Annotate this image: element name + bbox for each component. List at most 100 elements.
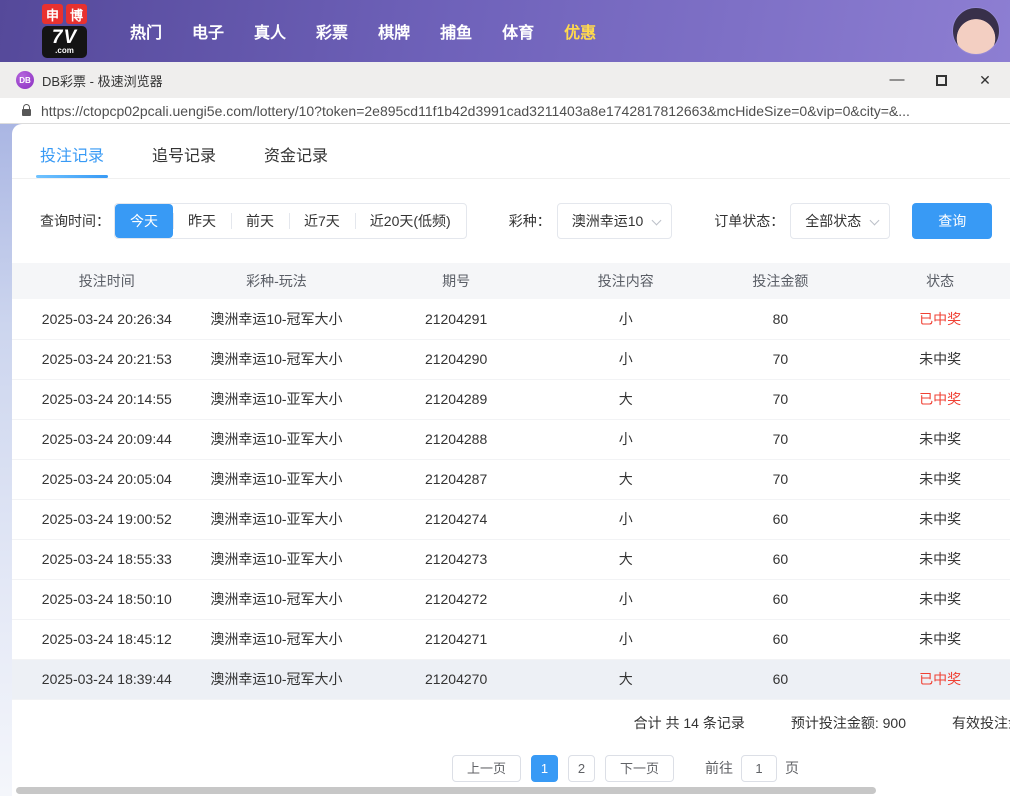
cell-bet-amount: 60 — [690, 539, 871, 580]
cell-game-play: 澳洲幸运10-亚军大小 — [201, 379, 352, 420]
time-range-option[interactable]: 近7天 — [289, 204, 355, 238]
table-row: 2025-03-24 20:26:34 澳洲幸运10-冠军大小 21204291… — [12, 299, 1010, 340]
bet-records-table: 投注时间 彩种-玩法 期号 投注内容 投注金额 状态 2025-03-24 20… — [12, 263, 1010, 700]
cell-issue: 21204289 — [351, 379, 561, 420]
cell-bet-content: 小 — [560, 419, 691, 460]
cell-issue: 21204288 — [351, 419, 561, 460]
cell-status: 已中奖 — [870, 299, 1010, 340]
cell-bet-time: 2025-03-24 18:50:10 — [12, 579, 202, 620]
cell-bet-amount: 70 — [690, 379, 871, 420]
maximize-box-glyph — [935, 74, 947, 86]
col-header-game-play: 彩种-玩法 — [246, 273, 307, 289]
cell-status: 已中奖 — [870, 379, 1010, 420]
cell-bet-amount: 70 — [690, 459, 871, 500]
cell-issue: 21204287 — [351, 459, 561, 500]
goto-page-input[interactable] — [741, 754, 778, 782]
cell-bet-content: 大 — [560, 659, 691, 700]
cell-status: 未中奖 — [870, 619, 1010, 660]
cell-game-play: 澳洲幸运10-冠军大小 — [201, 579, 352, 620]
prev-page-button[interactable]: 上一页 — [451, 754, 521, 782]
cell-bet-content: 小 — [560, 619, 691, 660]
site-nav-menu: 热门 电子 真人 彩票 棋牌 捕鱼 体育 优惠 — [130, 19, 952, 43]
cell-game-play: 澳洲幸运10-冠军大小 — [201, 299, 352, 340]
cell-status: 未中奖 — [870, 579, 1010, 620]
time-range-option[interactable]: 前天 — [231, 204, 289, 238]
maximize-icon[interactable] — [934, 73, 948, 87]
window-title: DB彩票 - 极速浏览器 — [42, 73, 163, 89]
cell-bet-time: 2025-03-24 18:39:44 — [12, 659, 202, 700]
cell-bet-amount: 80 — [690, 299, 871, 340]
nav-menu-item[interactable]: 热门 — [130, 19, 162, 43]
record-tabs: 投注记录 追号记录 资金记录 — [12, 124, 1010, 179]
table-row: 2025-03-24 18:39:44 澳洲幸运10-冠军大小 21204270… — [12, 659, 1010, 700]
col-header-bet-time: 投注时间 — [78, 273, 135, 289]
lottery-select-value: 澳洲幸运10 — [571, 213, 644, 229]
site-logo[interactable]: 申 博 7V .com — [42, 4, 92, 58]
nav-menu-item[interactable]: 优惠 — [564, 19, 596, 43]
url-text[interactable]: https://ctopcp02pcali.uengi5e.com/lotter… — [41, 103, 910, 119]
cell-bet-content: 小 — [560, 299, 691, 340]
nav-menu-item[interactable]: 彩票 — [316, 19, 348, 43]
tab-item[interactable]: 资金记录 — [264, 142, 328, 178]
cell-bet-time: 2025-03-24 20:05:04 — [12, 459, 202, 500]
cell-status: 未中奖 — [870, 499, 1010, 540]
pagination: 上一页 12 下一页 前往 页 — [124, 754, 1010, 782]
cell-bet-time: 2025-03-24 20:26:34 — [12, 299, 202, 340]
table-row: 2025-03-24 18:50:10 澳洲幸运10-冠军大小 21204272… — [12, 579, 1010, 620]
cell-status: 未中奖 — [870, 339, 1010, 380]
table-row: 2025-03-24 18:55:33 澳洲幸运10-亚军大小 21204273… — [12, 539, 1010, 580]
chevron-down-icon — [651, 215, 662, 226]
time-range-option[interactable]: 今天 — [115, 204, 173, 238]
logo-badge-bo: 博 — [66, 4, 87, 24]
cell-issue: 21204271 — [351, 619, 561, 660]
table-row: 2025-03-24 20:21:53 澳洲幸运10-冠军大小 21204290… — [12, 339, 1010, 380]
col-header-status: 状态 — [926, 273, 955, 289]
table-row: 2025-03-24 19:00:52 澳洲幸运10-亚军大小 21204274… — [12, 499, 1010, 540]
order-status-select[interactable]: 全部状态 — [790, 203, 891, 239]
order-status-value: 全部状态 — [805, 213, 862, 229]
cell-bet-time: 2025-03-24 18:55:33 — [12, 539, 202, 580]
horizontal-scrollbar[interactable] — [16, 787, 876, 794]
nav-menu-item[interactable]: 电子 — [192, 19, 224, 43]
cell-bet-amount: 70 — [690, 419, 871, 460]
cell-issue: 21204270 — [351, 659, 561, 700]
page-number-button[interactable]: 1 — [531, 754, 558, 782]
nav-menu-item[interactable]: 体育 — [502, 19, 534, 43]
cell-bet-time: 2025-03-24 20:09:44 — [12, 419, 202, 460]
cell-issue: 21204272 — [351, 579, 561, 620]
close-icon[interactable]: ✕ — [978, 72, 992, 88]
table-row: 2025-03-24 20:05:04 澳洲幸运10-亚军大小 21204287… — [12, 459, 1010, 500]
nav-menu-item[interactable]: 棋牌 — [378, 19, 410, 43]
chevron-down-icon — [869, 215, 880, 226]
lottery-select[interactable]: 澳洲幸运10 — [556, 203, 673, 239]
cell-issue: 21204291 — [351, 299, 561, 340]
time-range-option[interactable]: 近20天(低频) — [354, 204, 466, 238]
page-number-list: 12 — [526, 754, 600, 782]
cell-issue: 21204273 — [351, 539, 561, 580]
search-button[interactable]: 查询 — [912, 203, 993, 239]
nav-menu-item[interactable]: 捕鱼 — [440, 19, 472, 43]
cell-bet-time: 2025-03-24 20:21:53 — [12, 339, 202, 380]
nav-menu-item[interactable]: 真人 — [254, 19, 286, 43]
cell-status: 未中奖 — [870, 419, 1010, 460]
summary-bar: 合计 共 14 条记录 预计投注金额: 900 有效投注金额 — [12, 713, 1010, 733]
time-range-option[interactable]: 昨天 — [173, 204, 231, 238]
cell-bet-time: 2025-03-24 18:45:12 — [12, 619, 202, 660]
site-top-nav: 申 博 7V .com 热门 电子 真人 彩票 棋牌 捕鱼 体育 优惠 — [0, 0, 1010, 62]
cell-game-play: 澳洲幸运10-亚军大小 — [201, 539, 352, 580]
browser-urlbar[interactable]: https://ctopcp02pcali.uengi5e.com/lotter… — [0, 98, 1010, 124]
page-number-button[interactable]: 2 — [568, 754, 595, 782]
user-avatar[interactable] — [952, 7, 1000, 55]
browser-favicon-icon: DB — [16, 71, 34, 89]
minimize-icon[interactable]: — — [890, 72, 905, 87]
next-page-button[interactable]: 下一页 — [605, 754, 675, 782]
cell-bet-amount: 60 — [690, 659, 871, 700]
logo-brand: 7V .com — [42, 26, 87, 58]
tab-item[interactable]: 投注记录 — [35, 142, 109, 178]
table-row: 2025-03-24 20:14:55 澳洲幸运10-亚军大小 21204289… — [12, 379, 1010, 420]
col-header-issue: 期号 — [442, 273, 471, 289]
lottery-filter-label: 彩种： — [508, 213, 551, 229]
cell-game-play: 澳洲幸运10-亚军大小 — [201, 419, 352, 460]
lock-icon — [22, 104, 31, 116]
tab-item[interactable]: 追号记录 — [152, 142, 216, 178]
